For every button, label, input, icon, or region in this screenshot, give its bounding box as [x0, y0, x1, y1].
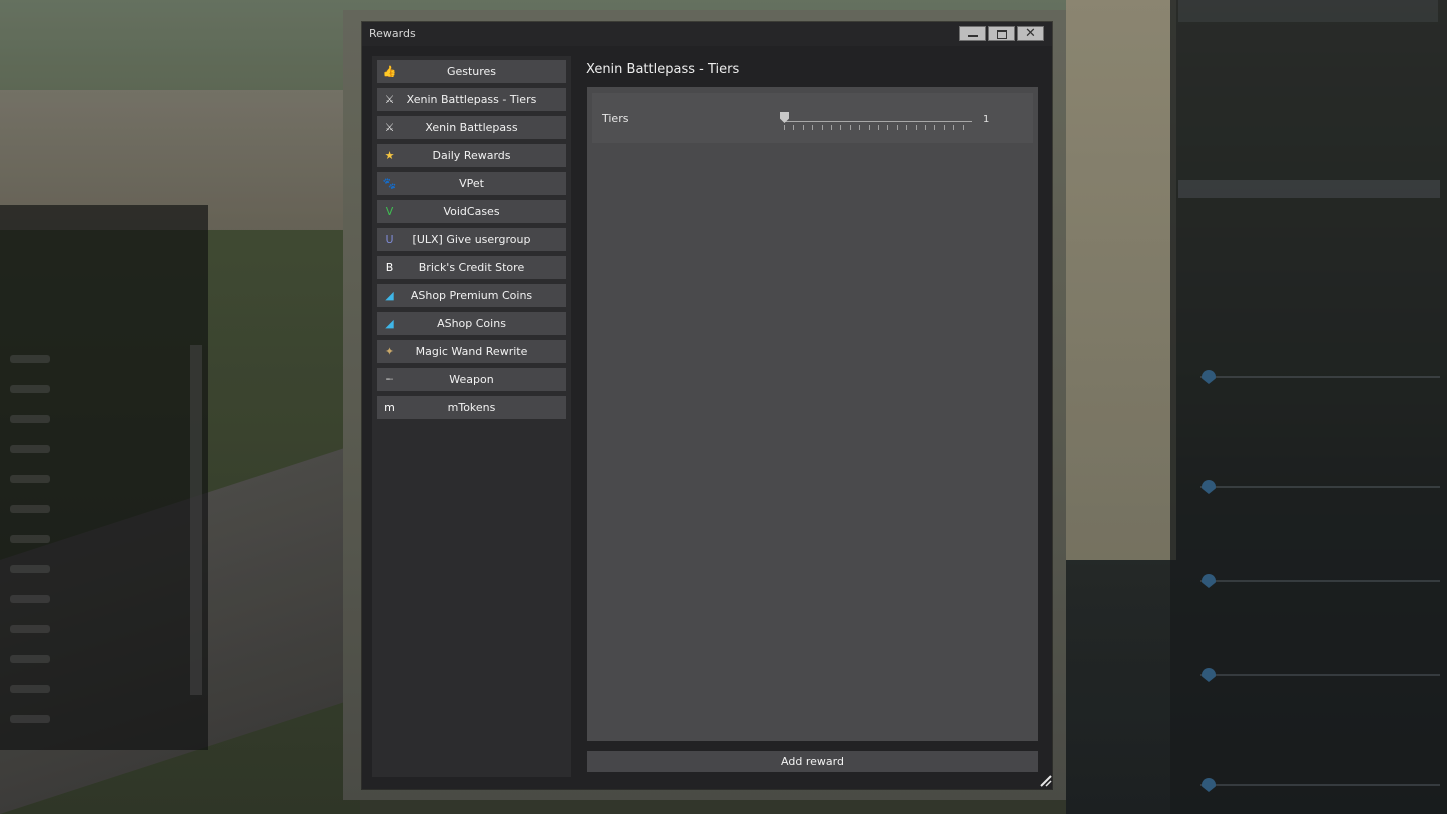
slider-tick	[878, 125, 879, 130]
slider-tick	[943, 125, 945, 130]
sidebar-item[interactable]: m mTokens	[377, 396, 566, 419]
sidebar-item[interactable]: ╾ Weapon	[377, 368, 566, 391]
reward-type-list: 👍 Gestures ⚔ Xenin Battlepass - Tiers ⚔ Xenin…	[372, 56, 571, 777]
sidebar-item-label: Xenin Battlepass - Tiers	[406, 93, 537, 106]
sidebar-item[interactable]: 👍 Gestures	[377, 60, 566, 83]
sidebar-item[interactable]: ★ Daily Rewards	[377, 144, 566, 167]
sidebar-item[interactable]: U [ULX] Give usergroup	[377, 228, 566, 251]
tiers-value: 1	[983, 114, 990, 125]
sidebar-item-label: Gestures	[446, 65, 497, 78]
slider-tick	[849, 125, 851, 130]
slider-tick	[859, 125, 861, 130]
slider-tick	[868, 125, 870, 130]
tiers-slider-track[interactable]	[784, 121, 972, 122]
resize-grip-icon[interactable]	[1040, 775, 1052, 787]
slider-tick	[840, 125, 842, 130]
sidebar-item-label: AShop Coins	[437, 317, 506, 330]
sidebar-item[interactable]: ✦ Magic Wand Rewrite	[377, 340, 566, 363]
slider-tick	[953, 125, 955, 130]
page-title: Xenin Battlepass - Tiers	[586, 62, 740, 77]
setting-label: Tiers	[602, 112, 629, 125]
slider-tick	[821, 125, 823, 130]
slider-tick	[896, 125, 898, 130]
sidebar-item-label: Brick's Credit Store	[418, 261, 525, 274]
sidebar-item-label: mTokens	[447, 401, 496, 414]
sidebar-item-label: Daily Rewards	[432, 149, 511, 162]
sidebar-item-label: VoidCases	[443, 205, 500, 218]
slider-tick	[934, 125, 936, 130]
slider-tick	[784, 125, 785, 130]
sidebar-item[interactable]: V VoidCases	[377, 200, 566, 223]
sidebar-item-label: Weapon	[449, 373, 494, 386]
sidebar-item[interactable]: ◢ AShop Premium Coins	[377, 284, 566, 307]
close-icon: ✕	[1025, 26, 1036, 41]
slider-tick	[925, 125, 926, 130]
sidebar-item[interactable]: B Brick's Credit Store	[377, 256, 566, 279]
close-button[interactable]: ✕	[1017, 26, 1044, 41]
window-titlebar[interactable]: Rewards ✕	[362, 22, 1052, 46]
sidebar-item[interactable]: 🐾 VPet	[377, 172, 566, 195]
minimize-button[interactable]	[959, 26, 986, 41]
sidebar-item-label: VPet	[459, 177, 484, 190]
slider-tick	[831, 125, 832, 130]
slider-tick	[887, 125, 889, 130]
slider-tick	[915, 125, 917, 130]
reward-settings-panel: Tiers 1	[587, 87, 1038, 741]
slider-tick	[812, 125, 814, 130]
slider-tick	[802, 125, 804, 130]
sidebar-item[interactable]: ◢ AShop Coins	[377, 312, 566, 335]
sidebar-item[interactable]: ⚔ Xenin Battlepass	[377, 116, 566, 139]
slider-tick	[906, 125, 908, 130]
slider-tick	[793, 125, 795, 130]
sidebar-item-label: Magic Wand Rewrite	[415, 345, 528, 358]
setting-row-tiers: Tiers 1	[592, 93, 1033, 143]
sidebar-item-label: AShop Premium Coins	[410, 289, 533, 302]
maximize-button[interactable]	[988, 26, 1015, 41]
sidebar-item-label: [ULX] Give usergroup	[412, 233, 531, 246]
rewards-window: Rewards ✕ 👍 Gestures ⚔ Xenin Battlepass - T…	[362, 22, 1052, 789]
window-title: Rewards	[369, 27, 416, 40]
sidebar-item[interactable]: ⚔ Xenin Battlepass - Tiers	[377, 88, 566, 111]
slider-tick	[962, 125, 964, 130]
sidebar-item-label: Xenin Battlepass	[425, 121, 518, 134]
add-reward-button[interactable]: Add reward	[587, 751, 1038, 772]
